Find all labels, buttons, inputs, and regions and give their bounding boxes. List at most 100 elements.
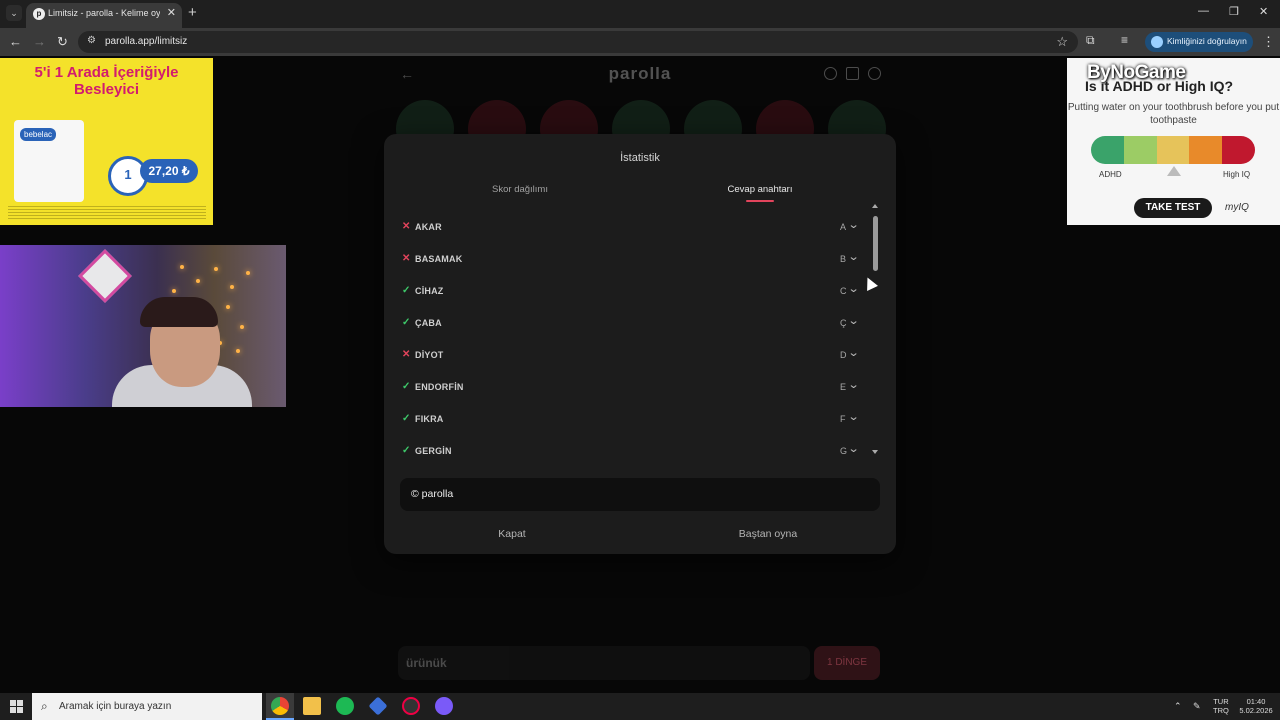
page-viewport: 5'i 1 Arada İçeriğiyle Besleyici bebelac…	[0, 56, 1280, 693]
url-field[interactable]: ⚙ parolla.app/limitsiz ☆	[78, 31, 1078, 53]
answer-letter: C	[840, 286, 847, 296]
pen-icon[interactable]: ✎	[1193, 701, 1201, 712]
chevron-down-icon[interactable]: ⌄	[848, 442, 860, 455]
stats-icon[interactable]	[846, 67, 859, 80]
answer-list-scrollbar[interactable]	[872, 204, 878, 454]
chevron-down-icon[interactable]: ⌄	[848, 218, 860, 231]
chrome-icon[interactable]	[271, 697, 289, 715]
scale-segment	[1222, 136, 1255, 164]
pass-button[interactable]: 1 DİNGE	[814, 646, 880, 680]
cross-icon: ✕	[402, 221, 411, 232]
taskbar-search-box[interactable]: ⌕ Aramak için buraya yazın	[32, 693, 262, 720]
discord-icon[interactable]	[435, 697, 453, 715]
scroll-down-icon[interactable]	[872, 450, 878, 454]
copyright-text: © parolla	[411, 488, 454, 500]
check-icon: ✓	[402, 381, 411, 392]
answer-row[interactable]: ✕ AKAR A ⌄	[400, 212, 874, 244]
answer-word: ENDORFİN	[415, 382, 464, 392]
check-icon: ✓	[402, 285, 411, 296]
webcam-overlay	[0, 245, 286, 407]
spotify-icon[interactable]	[336, 697, 354, 715]
scale-segment	[1189, 136, 1223, 164]
scale-segment	[1123, 136, 1157, 164]
browser-menu-icon[interactable]: ⋮	[1262, 34, 1275, 50]
myiq-brand: myIQ	[1225, 202, 1249, 213]
bookmark-star-icon[interactable]: ☆	[1056, 34, 1068, 50]
answer-row[interactable]: ✕ BASAMAK B ⌄	[400, 244, 874, 276]
answer-word: AKAR	[415, 222, 442, 232]
check-icon: ✓	[402, 317, 411, 328]
answer-row[interactable]: ✓ ÇABA Ç ⌄	[400, 308, 874, 340]
left-ad-price: 27,20 ₺	[140, 159, 198, 183]
clock-time: 01:40	[1246, 697, 1266, 706]
scroll-thumb[interactable]	[873, 216, 878, 271]
replay-button[interactable]: Baştan oyna	[640, 520, 896, 548]
search-icon: ⌕	[41, 699, 48, 713]
minimize-icon[interactable]: —	[1198, 5, 1209, 17]
scale-segment	[1156, 136, 1190, 164]
answer-row[interactable]: ✓ ENDORFİN E ⌄	[400, 372, 874, 404]
info-icon[interactable]	[824, 67, 837, 80]
address-bar-row: ← → ↻ ⚙ parolla.app/limitsiz ☆ ⧉ ≡	[0, 28, 1280, 56]
media-controls-icon[interactable]: ≡	[1121, 33, 1128, 47]
chevron-down-icon[interactable]: ⌄	[848, 378, 860, 391]
left-ad-headline: 5'i 1 Arada İçeriğiyle Besleyici	[34, 64, 179, 98]
neon-logo-icon	[78, 249, 132, 303]
answer-word: ÇABA	[415, 318, 442, 328]
new-tab-icon[interactable]: +	[188, 4, 197, 21]
site-settings-icon[interactable]: ⚙	[87, 35, 96, 46]
browser-tab[interactable]: p Limitsiz - parolla - Kelime oyunu ✕	[26, 3, 182, 28]
chevron-down-icon[interactable]: ⌄	[848, 410, 860, 423]
answer-word: GERGİN	[415, 446, 452, 456]
answer-word: CİHAZ	[415, 286, 444, 296]
extensions-icon[interactable]: ⧉	[1086, 33, 1095, 48]
take-test-button[interactable]: TAKE TEST	[1134, 198, 1212, 218]
profile-button[interactable]: Kimliğinizi doğrulayın	[1145, 32, 1253, 52]
chevron-down-icon[interactable]: ⌄	[848, 282, 860, 295]
left-ad-brand: bebelac	[20, 128, 57, 141]
tab-score-distribution[interactable]: Skor dağılımı	[392, 184, 648, 195]
left-ad-banner[interactable]: 5'i 1 Arada İçeriğiyle Besleyici bebelac…	[0, 58, 213, 225]
answer-row[interactable]: ✕ DİYOT D ⌄	[400, 340, 874, 372]
windows-start-icon[interactable]	[10, 700, 23, 713]
bynogame-logo: ByNoGame	[1087, 62, 1186, 83]
tray-chevron-icon[interactable]: ⌃	[1174, 701, 1182, 712]
answer-letter: B	[840, 254, 847, 264]
restore-icon[interactable]: ❐	[1229, 5, 1239, 18]
forward-arrow-icon[interactable]: →	[33, 34, 46, 49]
cross-icon: ✕	[402, 253, 411, 264]
iq-scale-bar	[1091, 136, 1255, 164]
back-arrow-icon[interactable]: ←	[9, 34, 22, 49]
close-button[interactable]: Kapat	[384, 520, 640, 548]
answer-row[interactable]: ✓ GERGİN G ⌄	[400, 436, 874, 468]
tab-answer-key[interactable]: Cevap anahtarı	[632, 184, 888, 195]
chevron-down-icon[interactable]: ⌄	[848, 250, 860, 263]
tab-close-icon[interactable]: ✕	[167, 6, 176, 19]
file-explorer-icon[interactable]	[303, 697, 321, 715]
window-close-icon[interactable]: ✕	[1259, 5, 1268, 18]
chevron-down-icon[interactable]: ⌄	[848, 314, 860, 327]
answer-row[interactable]: ✓ FIKRA F ⌄	[400, 404, 874, 436]
profile-icon[interactable]	[868, 67, 881, 80]
tab-search-icon[interactable]: ⌄	[6, 5, 22, 21]
answer-row[interactable]: ✓ CİHAZ C ⌄	[400, 276, 874, 308]
check-icon: ✓	[402, 445, 411, 456]
scroll-up-icon[interactable]	[872, 204, 878, 208]
app-diamond-icon[interactable]	[368, 696, 388, 716]
cross-icon: ✕	[402, 349, 411, 360]
clock[interactable]: 01:40 5.02.2026	[1236, 697, 1276, 715]
lang-line2: TRQ	[1213, 706, 1229, 715]
obs-icon[interactable]	[402, 697, 420, 715]
right-ad-banner[interactable]: Is it ADHD or High IQ? ByNoGame Putting …	[1067, 58, 1280, 225]
language-indicator[interactable]: TUR TRQ	[1213, 697, 1229, 715]
answer-input-text: ürünük	[406, 656, 447, 670]
scale-high-label: High IQ	[1223, 170, 1251, 179]
answer-input[interactable]: ürünük	[398, 646, 810, 680]
answer-letter: F	[840, 414, 846, 424]
profile-avatar-icon	[1151, 36, 1163, 48]
answer-word: BASAMAK	[415, 254, 463, 264]
url-text[interactable]: parolla.app/limitsiz	[105, 36, 187, 47]
reload-icon[interactable]: ↻	[57, 34, 68, 50]
check-icon: ✓	[402, 413, 411, 424]
chevron-down-icon[interactable]: ⌄	[848, 346, 860, 359]
